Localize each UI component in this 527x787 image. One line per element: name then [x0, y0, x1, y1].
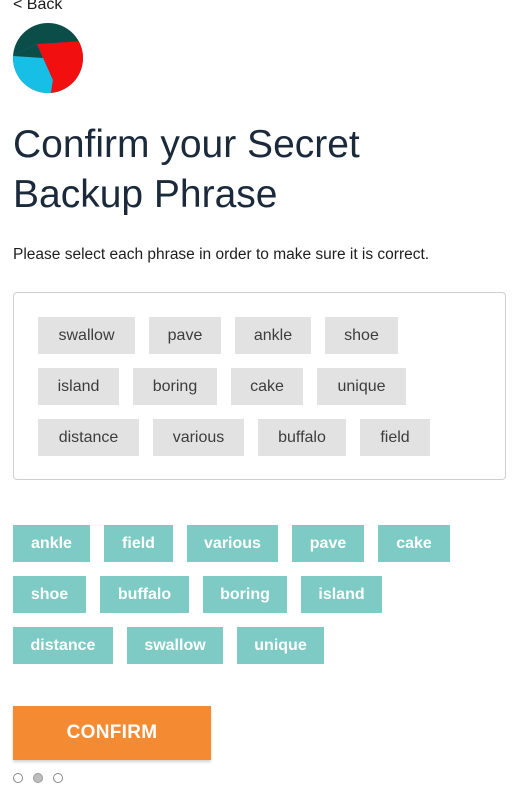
selected-phrase-box: swallow pave ankle shoe island boring ca…	[13, 292, 506, 480]
word-bank-chip[interactable]: shoe	[13, 576, 86, 613]
selected-word-chip[interactable]: swallow	[38, 317, 135, 354]
selected-word-chip[interactable]: pave	[149, 317, 221, 354]
selected-word-chip[interactable]: island	[38, 368, 119, 405]
word-bank-chip[interactable]: pave	[292, 525, 364, 562]
page-title-line2: Backup Phrase	[13, 173, 278, 216]
word-bank-chip[interactable]: boring	[203, 576, 287, 613]
app-logo	[13, 23, 83, 93]
word-bank-chip[interactable]: cake	[378, 525, 450, 562]
selected-word-chip[interactable]: ankle	[235, 317, 311, 354]
page-title: Confirm your Secret Backup Phrase	[13, 120, 360, 220]
selected-word-chip[interactable]: various	[153, 419, 244, 456]
instructions-text: Please select each phrase in order to ma…	[13, 246, 430, 263]
pagination-dot[interactable]	[53, 773, 63, 783]
selected-word-chip[interactable]: field	[360, 419, 430, 456]
selected-word-chip[interactable]: unique	[317, 368, 406, 405]
selected-word-chip[interactable]: boring	[133, 368, 217, 405]
pagination-dot[interactable]	[13, 773, 23, 783]
word-bank-chip[interactable]: swallow	[127, 627, 223, 664]
selected-word-chip[interactable]: shoe	[325, 317, 398, 354]
back-link[interactable]: < Back	[13, 0, 62, 14]
selected-word-chip[interactable]: buffalo	[258, 419, 346, 456]
pagination-dot-active[interactable]	[33, 773, 43, 783]
word-bank-chip[interactable]: buffalo	[100, 576, 189, 613]
word-bank-chip[interactable]: various	[187, 525, 278, 562]
word-bank-chip[interactable]: island	[301, 576, 382, 613]
confirm-button[interactable]: CONFIRM	[13, 706, 211, 760]
selected-word-chip[interactable]: cake	[231, 368, 303, 405]
selected-word-chip[interactable]: distance	[38, 419, 139, 456]
word-bank-chip[interactable]: ankle	[13, 525, 90, 562]
page-title-line1: Confirm your Secret	[13, 123, 360, 166]
word-bank-chip[interactable]: distance	[13, 627, 113, 664]
word-bank-chip[interactable]: field	[104, 525, 173, 562]
word-bank-chip[interactable]: unique	[237, 627, 324, 664]
